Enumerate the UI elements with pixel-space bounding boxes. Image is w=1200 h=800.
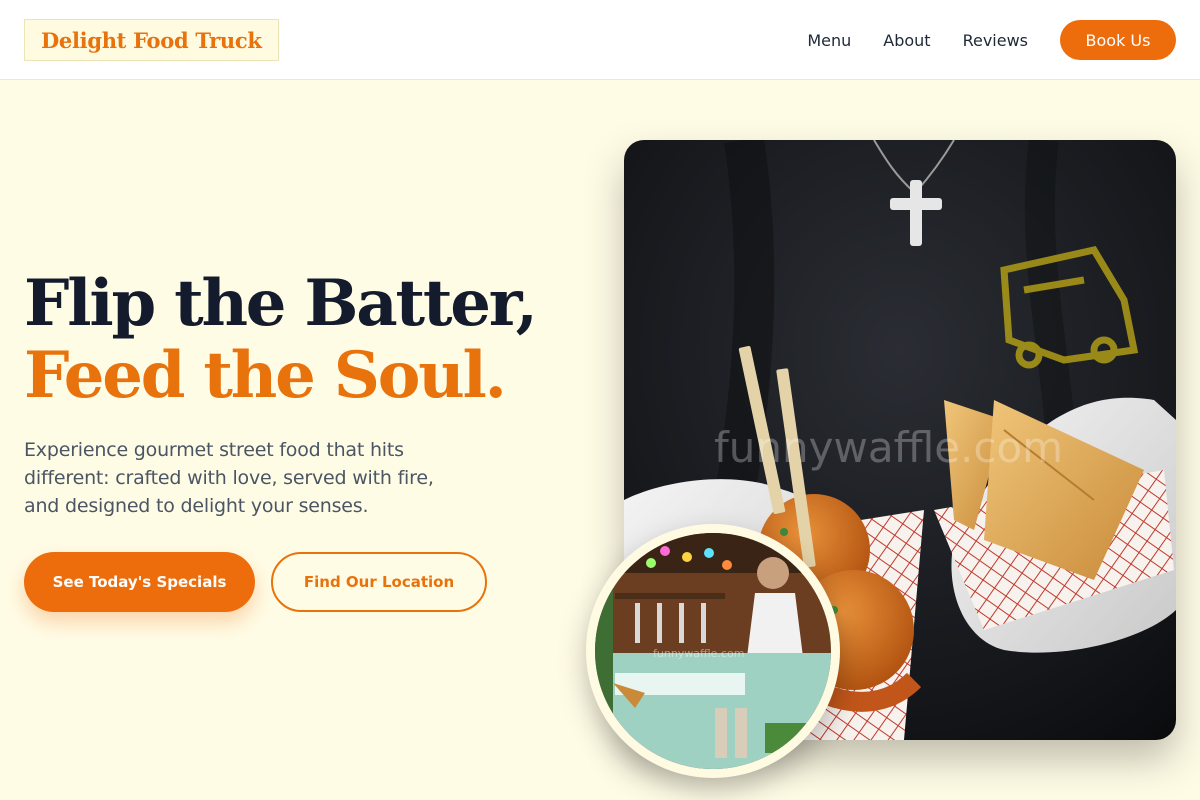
- hero-description: Experience gourmet street food that hits…: [24, 439, 434, 517]
- main-nav: Menu About Reviews Book Us: [807, 20, 1176, 60]
- brand-logo[interactable]: Delight Food Truck: [24, 19, 279, 61]
- find-location-button[interactable]: Find Our Location: [271, 552, 487, 612]
- inset-watermark: funnywaffle.com: [653, 647, 744, 660]
- nav-link-about[interactable]: About: [883, 31, 930, 50]
- hero-headline: Flip the Batter, Feed the Soul.: [24, 266, 538, 413]
- inset-photo: funnywaffle.com: [586, 524, 840, 778]
- nav-link-menu[interactable]: Menu: [807, 31, 851, 50]
- book-us-button[interactable]: Book Us: [1060, 20, 1176, 60]
- headline-line-1: Flip the Batter,: [24, 266, 538, 341]
- see-specials-button[interactable]: See Today's Specials: [24, 552, 255, 612]
- headline-line-2: Feed the Soul.: [24, 338, 507, 413]
- hero-watermark: funnywaffle.com: [714, 423, 1063, 472]
- site-header: Delight Food Truck Menu About Reviews Bo…: [0, 0, 1200, 80]
- nav-link-reviews[interactable]: Reviews: [963, 31, 1028, 50]
